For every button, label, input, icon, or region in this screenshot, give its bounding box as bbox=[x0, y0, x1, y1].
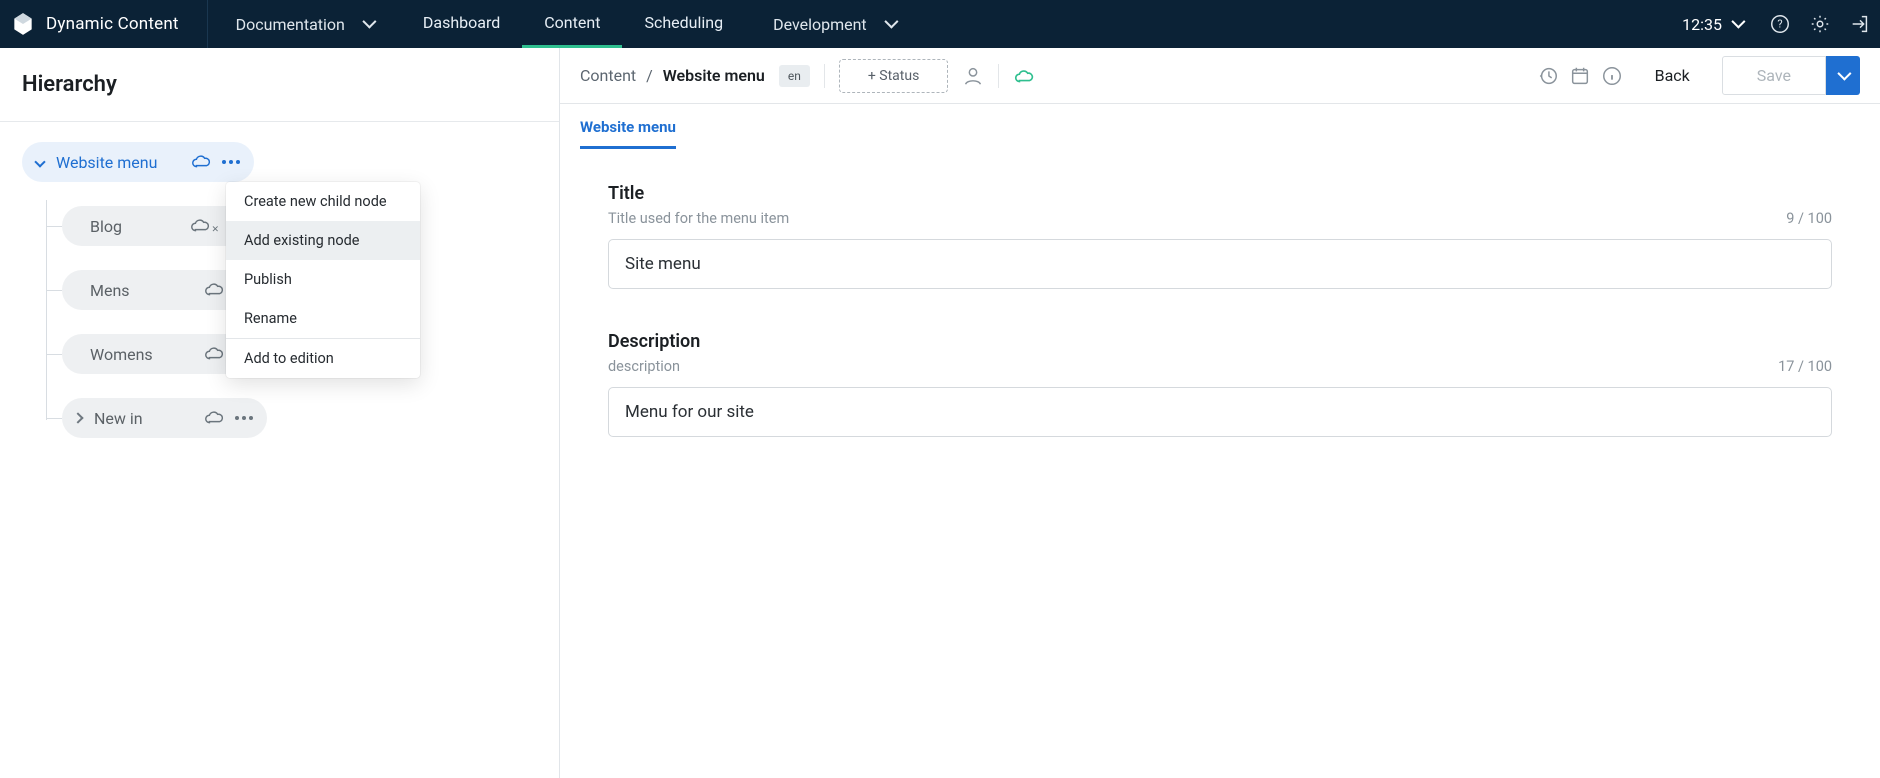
back-button[interactable]: Back bbox=[1633, 58, 1712, 93]
tree-node-label: Website menu bbox=[56, 153, 184, 172]
document-tabs: Website menu bbox=[560, 104, 1880, 149]
toolbar-separator bbox=[824, 64, 825, 88]
settings-icon[interactable] bbox=[1800, 0, 1840, 48]
content-pane: Content / Website menu en + Status bbox=[560, 48, 1880, 778]
ctx-add-existing[interactable]: Add existing node bbox=[226, 221, 420, 260]
info-icon[interactable] bbox=[1601, 65, 1623, 87]
hierarchy-sidebar: Hierarchy Website menu Blog ✕ bbox=[0, 48, 560, 778]
tab-content[interactable]: Content bbox=[522, 0, 622, 48]
app-name: Dynamic Content bbox=[46, 14, 179, 34]
svg-text:?: ? bbox=[1777, 18, 1782, 31]
tab-label: Content bbox=[544, 13, 600, 32]
environment-dropdown-label: Development bbox=[773, 15, 867, 34]
cloud-icon bbox=[203, 346, 225, 362]
save-button[interactable]: Save bbox=[1722, 56, 1826, 95]
tab-dashboard[interactable]: Dashboard bbox=[401, 0, 522, 48]
brand: Dynamic Content bbox=[0, 0, 208, 48]
tree-node-label: New in bbox=[94, 409, 197, 428]
environment-dropdown[interactable]: Development bbox=[745, 0, 923, 48]
calendar-icon[interactable] bbox=[1569, 65, 1591, 87]
tab-scheduling[interactable]: Scheduling bbox=[622, 0, 745, 48]
section-dropdown-label: Documentation bbox=[236, 15, 345, 34]
time-label: 12:35 bbox=[1682, 15, 1722, 34]
field-counter: 17 / 100 bbox=[1778, 358, 1832, 375]
field-description: Description description 17 / 100 bbox=[608, 331, 1832, 437]
node-context-menu: Create new child node Add existing node … bbox=[226, 182, 420, 378]
ctx-rename[interactable]: Rename bbox=[226, 299, 420, 338]
ctx-create-child[interactable]: Create new child node bbox=[226, 182, 420, 221]
tab-label: Scheduling bbox=[644, 13, 723, 32]
app-logo-icon bbox=[10, 11, 36, 37]
ctx-add-to-edition[interactable]: Add to edition bbox=[226, 339, 420, 378]
cloud-icon bbox=[189, 218, 211, 234]
content-toolbar: Content / Website menu en + Status bbox=[560, 48, 1880, 104]
field-counter: 9 / 100 bbox=[1786, 210, 1832, 227]
top-bar: Dynamic Content Documentation Dashboard … bbox=[0, 0, 1880, 48]
content-form: Title Title used for the menu item 9 / 1… bbox=[560, 149, 1880, 513]
crumb-root[interactable]: Content bbox=[580, 66, 636, 85]
tree-node-label: Blog bbox=[90, 217, 183, 236]
tab-label: Dashboard bbox=[423, 13, 500, 32]
chevron-right-icon[interactable] bbox=[72, 412, 83, 423]
cloud-x-icon: ✕ bbox=[211, 225, 219, 235]
node-more-button[interactable] bbox=[218, 156, 244, 168]
help-icon[interactable]: ? bbox=[1760, 0, 1800, 48]
chevron-down-icon bbox=[362, 15, 376, 29]
field-label: Description bbox=[608, 331, 1832, 352]
crumb-current: Website menu bbox=[663, 66, 765, 85]
save-button-group: Save bbox=[1722, 56, 1860, 95]
toolbar-separator bbox=[998, 64, 999, 88]
field-hint: description bbox=[608, 358, 680, 375]
field-label: Title bbox=[608, 183, 1832, 204]
title-input[interactable] bbox=[608, 239, 1832, 289]
cloud-icon bbox=[203, 410, 225, 426]
chevron-down-icon bbox=[1731, 15, 1745, 29]
crumb-sep: / bbox=[640, 66, 659, 85]
primary-nav: Dashboard Content Scheduling bbox=[401, 0, 745, 48]
ctx-publish[interactable]: Publish bbox=[226, 260, 420, 299]
sidebar-title: Hierarchy bbox=[0, 48, 559, 122]
tree-node-new-in[interactable]: New in bbox=[62, 398, 267, 438]
breadcrumb: Content / Website menu bbox=[580, 66, 765, 85]
tree-node-label: Mens bbox=[90, 281, 197, 300]
tree-root-node[interactable]: Website menu bbox=[22, 142, 254, 182]
save-dropdown-button[interactable] bbox=[1826, 56, 1860, 95]
logout-icon[interactable] bbox=[1840, 0, 1880, 48]
chevron-down-icon bbox=[884, 15, 898, 29]
author-icon[interactable] bbox=[962, 65, 984, 87]
field-title: Title Title used for the menu item 9 / 1… bbox=[608, 183, 1832, 289]
doc-tab-website-menu[interactable]: Website menu bbox=[580, 118, 676, 149]
chevron-down-icon[interactable] bbox=[34, 156, 45, 167]
add-status-button[interactable]: + Status bbox=[839, 59, 948, 93]
main-split: Hierarchy Website menu Blog ✕ bbox=[0, 48, 1880, 778]
tree-node-label: Womens bbox=[90, 345, 197, 364]
language-pill[interactable]: en bbox=[779, 65, 810, 87]
cloud-icon bbox=[203, 282, 225, 298]
cloud-icon bbox=[190, 154, 212, 170]
section-dropdown[interactable]: Documentation bbox=[208, 0, 401, 48]
history-icon[interactable] bbox=[1537, 65, 1559, 87]
field-hint: Title used for the menu item bbox=[608, 210, 789, 227]
time-dropdown[interactable]: 12:35 bbox=[1664, 0, 1760, 48]
hierarchy-tree: Website menu Blog ✕ bbox=[0, 122, 559, 458]
description-input[interactable] bbox=[608, 387, 1832, 437]
node-more-button[interactable] bbox=[231, 412, 257, 424]
publish-cloud-icon[interactable] bbox=[1013, 65, 1035, 87]
